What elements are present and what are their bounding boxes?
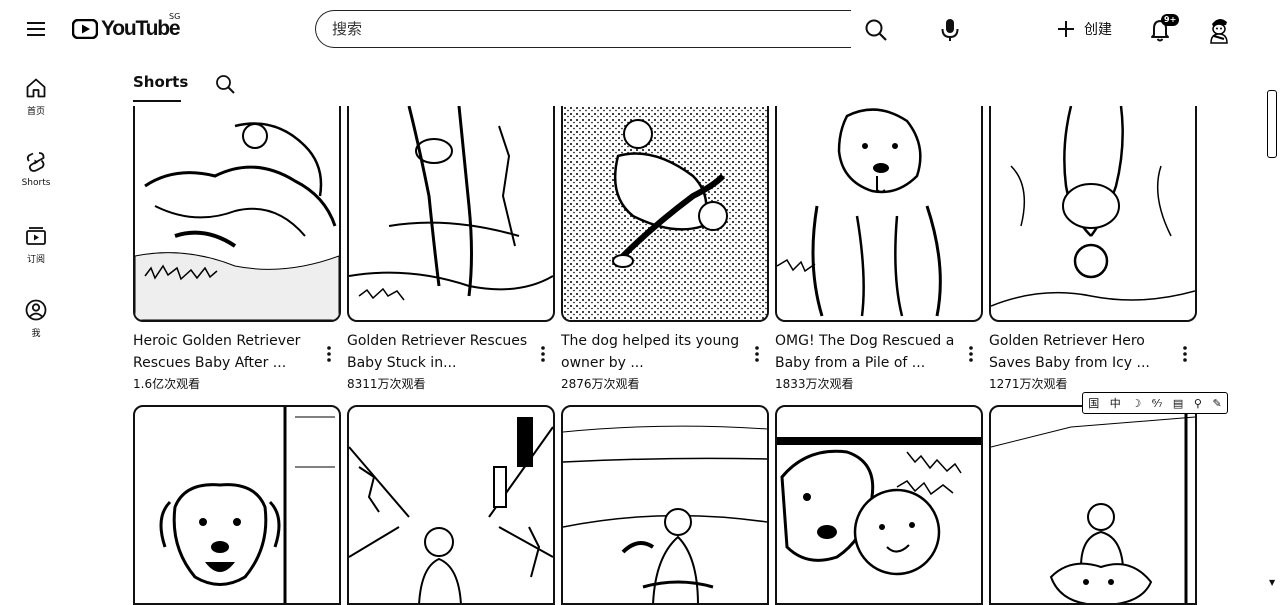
video-title[interactable]: The dog helped its young owner by ... (561, 330, 749, 374)
view-count: 2876万次观看 (561, 377, 640, 391)
shorts-thumbnail[interactable] (561, 106, 769, 322)
search-button[interactable] (862, 16, 890, 44)
thumbnail-image (563, 425, 767, 603)
ext-fraction-button[interactable]: ⁶⁄₇ (1152, 397, 1163, 410)
shorts-thumbnail[interactable] (347, 405, 555, 605)
video-title[interactable]: Heroic Golden Retriever Rescues Baby Aft… (133, 330, 321, 374)
thumbnail-image (991, 106, 1195, 307)
more-vert-icon (327, 346, 331, 362)
view-count: 1271万次观看 (989, 377, 1068, 391)
ext-wrench-button[interactable]: ✎ (1212, 397, 1221, 410)
hamburger-icon (27, 22, 45, 36)
view-count: 1833万次观看 (775, 377, 854, 391)
shorts-thumbnail[interactable] (775, 405, 983, 605)
sidebar-item-home[interactable]: 首页 (0, 76, 72, 117)
view-count: 1.6亿次观看 (133, 377, 201, 391)
page-scrollbar[interactable] (1266, 86, 1278, 591)
shorts-card[interactable]: Golden Retriever Hero Saves Baby from Ic… (989, 106, 1197, 392)
more-vert-icon (755, 346, 759, 362)
ext-translate-button[interactable]: 国 (1088, 395, 1099, 411)
plus-icon (1058, 21, 1074, 37)
video-title[interactable]: OMG! The Dog Rescued a Baby from a Pile … (775, 330, 963, 374)
youtube-play-icon (72, 19, 98, 39)
more-vert-icon (969, 346, 973, 362)
sidebar-item-label: Shorts (21, 178, 51, 188)
masthead: YouTube SG 创建 9+ (0, 0, 1280, 58)
account-avatar[interactable] (1202, 12, 1236, 46)
sidebar-item-label: 我 (31, 329, 41, 339)
extension-toolbar: 国 中 ☽ ⁶⁄₇ ▤ ⚲ ✎ (1082, 392, 1228, 414)
shorts-thumbnail[interactable] (561, 405, 769, 605)
search-box (315, 10, 851, 48)
thumbnail-image (135, 122, 339, 320)
shorts-thumbnail[interactable] (133, 106, 341, 322)
shorts-card[interactable]: Heroic Golden Retriever Rescues Baby Aft… (133, 106, 341, 392)
ext-user-button[interactable]: ⚲ (1194, 397, 1202, 410)
voice-search-button[interactable] (938, 16, 962, 44)
subscriptions-icon (26, 227, 46, 245)
thumbnail-image (777, 437, 981, 576)
shorts-card[interactable] (989, 405, 1197, 605)
more-actions-button[interactable] (749, 344, 765, 364)
video-title[interactable]: Golden Retriever Hero Saves Baby from Ic… (989, 330, 1177, 374)
shorts-card[interactable] (775, 405, 983, 605)
shorts-icon (26, 152, 45, 172)
sidebar-item-label: 订阅 (26, 255, 45, 265)
more-actions-button[interactable] (1177, 344, 1193, 364)
scroll-down-arrow-icon[interactable]: ▼ (1269, 578, 1275, 587)
guide-menu-button[interactable] (20, 13, 52, 45)
tab-search-button[interactable] (213, 72, 237, 96)
shorts-card[interactable] (347, 405, 555, 605)
shorts-card[interactable] (561, 405, 769, 605)
more-vert-icon (1183, 346, 1187, 362)
you-icon (25, 299, 47, 321)
shorts-thumbnail[interactable] (347, 106, 555, 322)
ext-night-mode-button[interactable]: ☽ (1131, 397, 1141, 410)
sidebar-item-you[interactable]: 我 (0, 298, 72, 339)
sidebar-item-shorts[interactable]: Shorts (0, 150, 72, 188)
home-icon (26, 78, 46, 98)
ext-chinese-button[interactable]: 中 (1110, 395, 1121, 411)
tab-shorts[interactable]: Shorts (133, 73, 188, 99)
sidebar-item-label: 首页 (26, 107, 45, 117)
shorts-card[interactable]: Golden Retriever Rescues Baby Stuck in..… (347, 106, 555, 392)
more-actions-button[interactable] (535, 344, 551, 364)
thumbnail-image (349, 106, 553, 301)
thumbnail-image (159, 407, 335, 603)
notifications-button[interactable]: 9+ (1145, 14, 1180, 46)
create-button[interactable]: 创建 (1056, 16, 1112, 42)
notification-badge: 9+ (1161, 14, 1180, 26)
microphone-icon (941, 19, 959, 41)
logo-wordmark: YouTube (101, 17, 181, 40)
shorts-card[interactable]: OMG! The Dog Rescued a Baby from a Pile … (775, 106, 983, 392)
shorts-thumbnail[interactable] (775, 106, 983, 322)
more-actions-button[interactable] (321, 344, 337, 364)
ext-layout-button[interactable]: ▤ (1173, 397, 1183, 410)
shorts-card[interactable] (133, 405, 341, 605)
shorts-thumbnail[interactable] (989, 405, 1197, 605)
view-count: 8311万次观看 (347, 377, 426, 391)
thumbnail-image (777, 108, 942, 317)
thumbnail-image (991, 407, 1195, 603)
thumbnail-image (349, 417, 553, 603)
search-icon (865, 19, 887, 41)
youtube-logo[interactable]: YouTube SG (72, 12, 181, 42)
tab-active-indicator (133, 100, 181, 102)
video-title[interactable]: Golden Retriever Rescues Baby Stuck in..… (347, 330, 535, 374)
search-icon (216, 75, 235, 94)
scrollbar-thumb[interactable] (1267, 90, 1277, 158)
shorts-thumbnail[interactable] (133, 405, 341, 605)
create-label: 创建 (1084, 22, 1112, 38)
avatar-image (1210, 18, 1228, 44)
more-vert-icon (541, 346, 545, 362)
search-input[interactable] (330, 11, 814, 47)
shorts-card[interactable]: The dog helped its young owner by ... 28… (561, 106, 769, 392)
shorts-thumbnail[interactable] (989, 106, 1197, 322)
sidebar-item-subscriptions[interactable]: 订阅 (0, 224, 72, 265)
thumbnail-image (563, 106, 767, 320)
logo-region-code: SG (169, 12, 181, 21)
more-actions-button[interactable] (963, 344, 979, 364)
